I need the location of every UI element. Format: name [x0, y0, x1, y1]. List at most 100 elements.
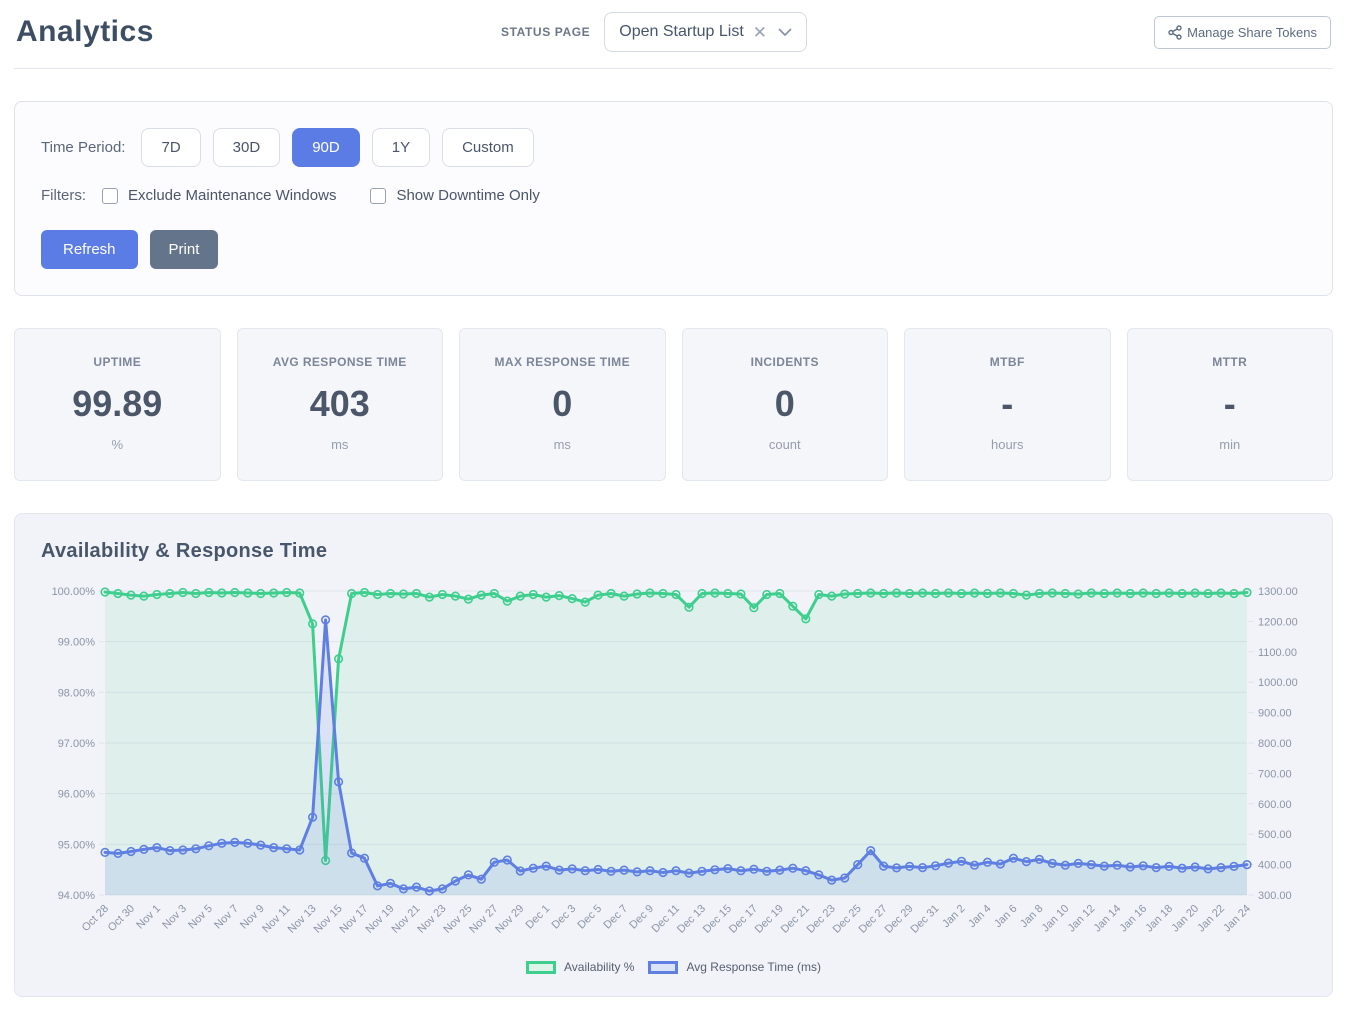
- svg-text:Nov 29: Nov 29: [493, 903, 526, 936]
- show-downtime-only-option[interactable]: Show Downtime Only: [370, 187, 539, 204]
- stat-unit: min: [1136, 437, 1325, 452]
- svg-text:Oct 28: Oct 28: [80, 903, 111, 934]
- svg-text:Jan 22: Jan 22: [1195, 903, 1227, 935]
- refresh-button[interactable]: Refresh: [41, 230, 138, 269]
- checkbox-label: Exclude Maintenance Windows: [128, 187, 336, 204]
- exclude-maintenance-windows-option[interactable]: Exclude Maintenance Windows: [102, 187, 336, 204]
- filters-label: Filters:: [41, 187, 86, 204]
- svg-text:Nov 5: Nov 5: [186, 903, 215, 932]
- print-button[interactable]: Print: [150, 230, 219, 269]
- time-period-90d-button[interactable]: 90D: [292, 128, 360, 167]
- svg-text:700.00: 700.00: [1258, 768, 1292, 780]
- exclude-maintenance-windows-checkbox[interactable]: [102, 188, 118, 204]
- chart-title: Availability & Response Time: [41, 540, 1306, 563]
- status-page-selector: STATUS PAGE Open Startup List ✕: [501, 12, 807, 52]
- svg-text:800.00: 800.00: [1258, 738, 1292, 750]
- stat-label: MTBF: [913, 355, 1102, 369]
- svg-text:600.00: 600.00: [1258, 799, 1292, 811]
- chart-legend: Availability % Avg Response Time (ms): [41, 954, 1306, 982]
- svg-text:99.00%: 99.00%: [58, 637, 96, 649]
- svg-text:Dec 5: Dec 5: [575, 903, 604, 932]
- show-downtime-only-checkbox[interactable]: [370, 188, 386, 204]
- controls-panel: Time Period: 7D 30D 90D 1Y Custom Filters: E…: [14, 101, 1333, 296]
- svg-text:98.00%: 98.00%: [58, 687, 96, 699]
- stat-card-uptime: UPTIME 99.89%: [14, 328, 221, 481]
- stat-value: -: [1136, 383, 1325, 425]
- chart-wrap: 100.00% 99.00% 98.00% 97.00% 96.00% 95.00% 94.…: [41, 577, 1306, 954]
- svg-text:Nov 3: Nov 3: [160, 903, 189, 932]
- checkbox-label: Show Downtime Only: [396, 187, 539, 204]
- svg-text:Jan 10: Jan 10: [1040, 903, 1072, 935]
- stat-card-max-response-time: MAX RESPONSE TIME0ms: [459, 328, 666, 481]
- svg-text:100.00%: 100.00%: [52, 586, 96, 598]
- status-page-label: STATUS PAGE: [501, 25, 590, 39]
- time-period-7d-button[interactable]: 7D: [141, 128, 200, 167]
- status-page-value: Open Startup List: [619, 23, 744, 41]
- share-icon: [1168, 25, 1182, 40]
- clear-selection-icon[interactable]: ✕: [753, 24, 767, 41]
- actions-row: Refresh Print: [41, 230, 1306, 269]
- stat-label: UPTIME: [23, 355, 212, 369]
- svg-text:Dec 7: Dec 7: [601, 903, 630, 932]
- svg-text:Dec 3: Dec 3: [550, 903, 579, 932]
- time-period-row: Time Period: 7D 30D 90D 1Y Custom: [41, 128, 1306, 167]
- time-period-label: Time Period:: [41, 139, 125, 156]
- legend-swatch: [648, 961, 678, 974]
- svg-text:Dec 1: Dec 1: [524, 903, 553, 932]
- svg-text:1200.00: 1200.00: [1258, 616, 1298, 628]
- stats-row: UPTIME99.89%AVG RESPONSE TIME403msMAX RE…: [14, 328, 1333, 481]
- analytics-page: Analytics STATUS PAGE Open Startup List …: [0, 0, 1347, 997]
- stat-unit: %: [23, 437, 212, 452]
- svg-text:Jan 24: Jan 24: [1221, 903, 1253, 935]
- svg-text:1300.00: 1300.00: [1258, 586, 1298, 598]
- svg-text:94.00%: 94.00%: [58, 890, 96, 902]
- header: Analytics STATUS PAGE Open Startup List …: [14, 0, 1333, 69]
- legend-item-availability[interactable]: Availability %: [526, 960, 634, 974]
- stat-card-mtbf: MTBF - hours: [904, 328, 1111, 481]
- svg-text:Jan 14: Jan 14: [1091, 903, 1123, 935]
- page-title: Analytics: [16, 15, 154, 49]
- chart-card: Availability & Response Time 100.00% 99.0…: [14, 513, 1333, 997]
- stat-label: AVG RESPONSE TIME: [246, 355, 435, 369]
- svg-text:Nov 7: Nov 7: [212, 903, 241, 932]
- status-page-dropdown[interactable]: Open Startup List ✕: [604, 12, 807, 52]
- manage-share-tokens-button[interactable]: Manage Share Tokens: [1154, 16, 1331, 49]
- svg-text:95.00%: 95.00%: [58, 839, 96, 851]
- stat-card-mttr: MTTR-min: [1127, 328, 1334, 481]
- stat-unit: hours: [913, 437, 1102, 452]
- stat-label: INCIDENTS: [691, 355, 880, 369]
- stat-value: 0: [468, 383, 657, 425]
- time-period-30d-button[interactable]: 30D: [213, 128, 281, 167]
- svg-text:Dec 31: Dec 31: [908, 903, 941, 936]
- legend-swatch: [526, 961, 556, 974]
- svg-text:97.00%: 97.00%: [58, 738, 96, 750]
- svg-text:Jan 4: Jan 4: [966, 903, 994, 931]
- svg-text:Jan 2: Jan 2: [940, 903, 968, 931]
- filter-checkboxes: Exclude Maintenance Windows Show Downtime…: [102, 187, 540, 204]
- svg-text:1100.00: 1100.00: [1258, 647, 1297, 659]
- svg-text:Jan 6: Jan 6: [992, 903, 1020, 931]
- legend-item-avg-response-time-ms[interactable]: Avg Response Time (ms): [648, 960, 821, 974]
- stat-value: 0: [691, 383, 880, 425]
- manage-share-tokens-label: Manage Share Tokens: [1187, 25, 1317, 40]
- legend-label: Availability %: [564, 960, 634, 974]
- svg-text:400.00: 400.00: [1258, 860, 1292, 872]
- svg-text:900.00: 900.00: [1258, 708, 1292, 720]
- availability-response-chart: 100.00% 99.00% 98.00% 97.00% 96.00% 95.00% 94.…: [41, 577, 1304, 949]
- svg-text:500.00: 500.00: [1258, 829, 1292, 841]
- stat-value: 99.89: [23, 383, 212, 425]
- svg-text:Jan 20: Jan 20: [1169, 903, 1201, 935]
- svg-text:300.00: 300.00: [1258, 890, 1292, 902]
- stat-unit: ms: [246, 437, 435, 452]
- time-period-custom-button[interactable]: Custom: [442, 128, 534, 167]
- stat-value: -: [913, 383, 1102, 425]
- svg-text:Nov 1: Nov 1: [134, 903, 163, 932]
- chevron-down-icon: [778, 28, 792, 37]
- stat-unit: count: [691, 437, 880, 452]
- filters-row: Filters: Exclude Maintenance Windows Show…: [41, 187, 1306, 204]
- stat-unit: ms: [468, 437, 657, 452]
- time-period-1y-button[interactable]: 1Y: [372, 128, 430, 167]
- stat-card-avg-response-time: AVG RESPONSE TIME403ms: [237, 328, 444, 481]
- svg-text:96.00%: 96.00%: [58, 789, 96, 801]
- svg-text:Jan 18: Jan 18: [1143, 903, 1175, 935]
